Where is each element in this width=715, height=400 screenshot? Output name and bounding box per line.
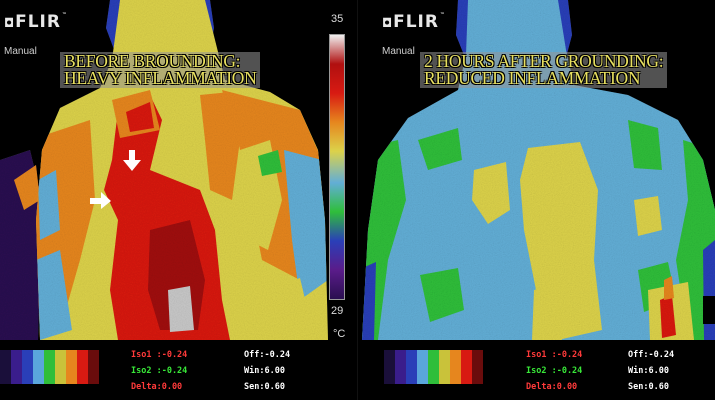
palette-swatch bbox=[88, 350, 99, 384]
caption-after: 2 Hours After Grounding: Reduced Inflamm… bbox=[420, 52, 668, 88]
window-readout: Win:6.00 bbox=[628, 366, 669, 376]
camera-icon: ◘ bbox=[4, 16, 16, 30]
palette-swatch bbox=[406, 350, 417, 384]
flir-logo: ◘FLIR™ bbox=[4, 12, 68, 32]
palette-swatch bbox=[472, 350, 483, 384]
palette-swatch bbox=[22, 350, 33, 384]
palette-swatch bbox=[450, 350, 461, 384]
caption-line-2: Reduced Inflammation bbox=[424, 68, 641, 88]
palette-swatch bbox=[11, 350, 22, 384]
delta-readout: Delta:0.00 bbox=[526, 382, 578, 392]
sensitivity-readout: Sen:0.60 bbox=[628, 382, 669, 392]
iso1-readout: Iso1 :-0.24 bbox=[526, 350, 583, 360]
iso2-readout: Iso2 :-0.24 bbox=[131, 366, 188, 376]
palette-swatch bbox=[55, 350, 66, 384]
color-palette-strip bbox=[0, 350, 99, 384]
thermal-panel-after: ◘FLIR™ Manual 2 Hours After Grounding: R… bbox=[358, 0, 715, 400]
scale-min-label: 29 bbox=[331, 305, 344, 317]
color-palette-strip bbox=[384, 350, 483, 384]
palette-swatch bbox=[33, 350, 44, 384]
window-readout: Win:6.00 bbox=[244, 366, 285, 376]
palette-swatch bbox=[44, 350, 55, 384]
iso1-readout: Iso1 :-0.24 bbox=[131, 350, 188, 360]
iso2-readout: Iso2 :-0.24 bbox=[526, 366, 583, 376]
palette-swatch bbox=[77, 350, 88, 384]
caption-before: Before Brounding: Heavy Inflammation bbox=[60, 52, 261, 88]
flir-logo: ◘FLIR™ bbox=[382, 12, 446, 32]
palette-swatch bbox=[417, 350, 428, 384]
camera-icon: ◘ bbox=[382, 16, 394, 30]
palette-swatch bbox=[439, 350, 450, 384]
temperature-scale-bar bbox=[329, 34, 345, 300]
sensitivity-readout: Sen:0.60 bbox=[244, 382, 285, 392]
down-arrow-icon bbox=[123, 150, 141, 171]
delta-readout: Delta:0.00 bbox=[131, 382, 183, 392]
offset-readout: Off:-0.24 bbox=[244, 350, 291, 360]
caption-line-2: Heavy Inflammation bbox=[64, 68, 257, 88]
palette-swatch bbox=[0, 350, 11, 384]
thermal-panel-before: ◘FLIR™ Manual Before Brounding: Heavy In… bbox=[0, 0, 357, 400]
unit-label: °C bbox=[333, 328, 346, 340]
palette-swatch bbox=[461, 350, 472, 384]
palette-swatch bbox=[395, 350, 406, 384]
mode-label: Manual bbox=[4, 46, 37, 57]
palette-swatch bbox=[384, 350, 395, 384]
palette-swatch bbox=[428, 350, 439, 384]
mode-label: Manual bbox=[382, 46, 415, 57]
palette-swatch bbox=[66, 350, 77, 384]
scale-max-label: 35 bbox=[331, 13, 344, 25]
offset-readout: Off:-0.24 bbox=[628, 350, 675, 360]
right-arrow-icon bbox=[90, 192, 111, 209]
